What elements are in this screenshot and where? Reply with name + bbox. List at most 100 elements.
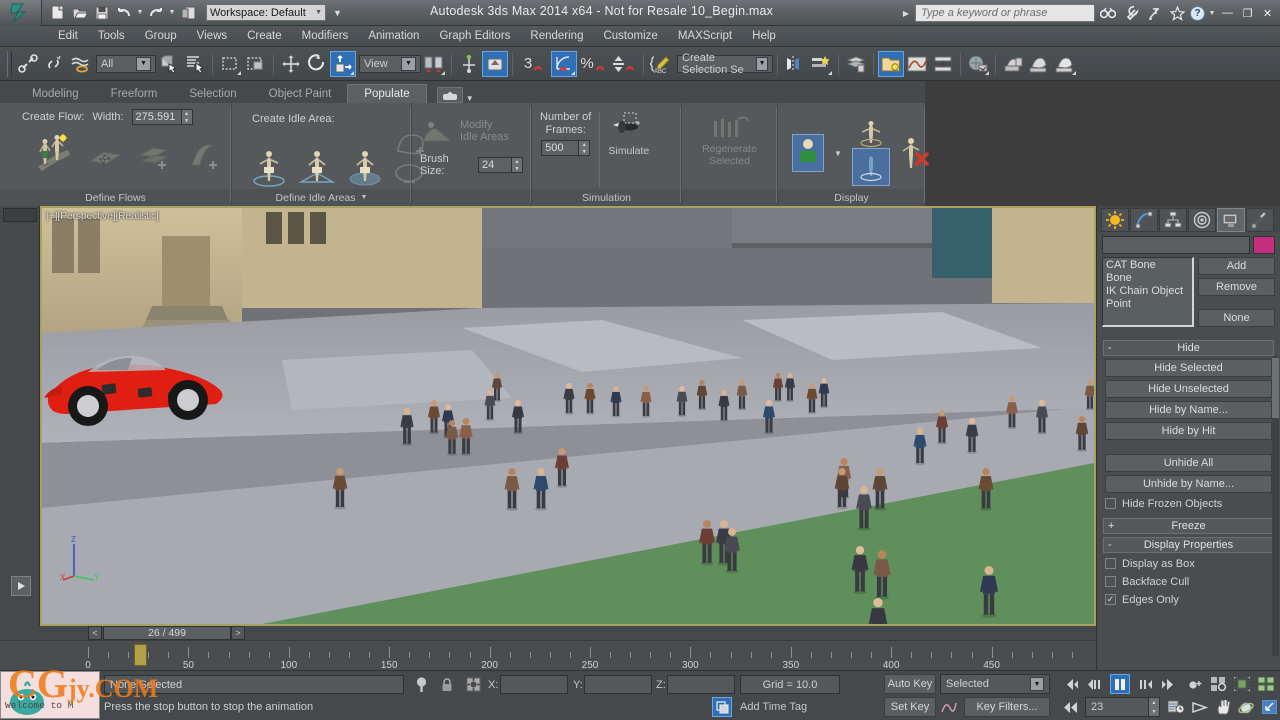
align-icon[interactable] [808, 51, 834, 77]
create-tab[interactable] [1101, 208, 1129, 232]
rollout-toggle-icon[interactable]: - [1108, 539, 1112, 551]
rollout-toggle-icon[interactable]: - [1108, 342, 1112, 354]
add-time-tag-label[interactable]: Add Time Tag [740, 701, 807, 713]
add-flow-curve-button[interactable] [188, 141, 222, 171]
select-and-manipulate-icon[interactable] [456, 51, 482, 77]
key-mode-toggle-icon[interactable] [1186, 674, 1206, 694]
workspace-menu-icon[interactable]: ▼ [333, 8, 342, 18]
time-slider-handle[interactable] [134, 644, 148, 666]
toolbar-grip[interactable] [7, 50, 12, 77]
ribbon-minimize-button[interactable] [436, 87, 463, 103]
prev-frame-button[interactable]: < [88, 626, 102, 640]
previous-frame-icon[interactable] [1085, 674, 1105, 694]
set-key-button[interactable]: Set Key [884, 697, 936, 717]
idle-area-ellipse-button[interactable] [346, 147, 384, 187]
key-filters-button[interactable]: Key Filters... [964, 697, 1050, 717]
rollout-toggle-icon[interactable]: + [1108, 520, 1114, 532]
mirror-icon[interactable] [782, 51, 808, 77]
object-name-field[interactable] [1102, 236, 1250, 254]
use-pivot-point-center-icon[interactable] [421, 51, 447, 77]
next-frame-button[interactable]: > [231, 626, 245, 640]
display-flyout-caret-icon[interactable]: ▼ [834, 149, 842, 158]
edit-named-selection-sets-icon[interactable]: ABC [648, 51, 674, 77]
hide-characters-button[interactable] [900, 136, 929, 170]
object-type-list[interactable]: CAT Bone Bone IK Chain Object Point [1102, 257, 1194, 327]
display-as-box-checkbox[interactable] [1105, 558, 1116, 569]
absolute-relative-transform-icon[interactable] [464, 675, 482, 694]
ribbon-tab-populate[interactable]: Populate [347, 84, 427, 103]
undo-icon[interactable] [114, 3, 134, 23]
hide-selected-button[interactable]: Hide Selected [1105, 359, 1272, 377]
go-to-end-icon[interactable] [1160, 674, 1180, 694]
chevron-down-icon[interactable]: ▼ [756, 56, 768, 71]
menu-views[interactable]: Views [187, 28, 237, 44]
key-mode-curve-icon[interactable] [938, 697, 960, 717]
help-icon[interactable]: ? [1190, 5, 1205, 21]
idle-area-rectangle-button[interactable] [250, 147, 288, 187]
frames-spinner[interactable]: 500 ▲ ▼ [541, 140, 591, 156]
hide-frozen-objects-checkbox[interactable] [1105, 498, 1116, 509]
unlink-selection-icon[interactable] [41, 51, 67, 77]
key-mode-dropdown[interactable]: Selected ▼ [940, 674, 1050, 694]
chevron-down-icon[interactable]: ▼ [401, 56, 416, 71]
menu-maxscript[interactable]: MAXScript [668, 28, 742, 44]
search-input[interactable]: Type a keyword or phrase [915, 4, 1095, 22]
z-coordinate-field[interactable] [667, 675, 735, 694]
chevron-down-icon[interactable]: ▼ [136, 56, 151, 71]
schematic-view-icon[interactable] [930, 51, 956, 77]
hide-by-hit-button[interactable]: Hide by Hit [1105, 422, 1272, 440]
object-color-swatch[interactable] [1253, 236, 1275, 254]
spinner-arrows[interactable]: ▲ ▼ [579, 140, 591, 156]
next-frame-icon[interactable] [1135, 674, 1155, 694]
menu-edit[interactable]: Edit [48, 28, 88, 44]
rendered-frame-window-icon[interactable] [1026, 51, 1052, 77]
ribbon-tab-modeling[interactable]: Modeling [16, 85, 95, 103]
satellite-icon[interactable] [1144, 3, 1164, 23]
rollout-header-hide[interactable]: - Hide [1103, 340, 1274, 356]
reference-coordinate-system-dropdown[interactable]: View ▼ [359, 54, 421, 73]
display-as-box-row[interactable]: Display as Box [1105, 556, 1272, 571]
select-and-scale-icon[interactable] [330, 50, 356, 77]
motion-tab[interactable] [1188, 208, 1216, 232]
lock-selection-icon[interactable] [438, 675, 456, 694]
auto-key-button[interactable]: Auto Key [884, 674, 936, 694]
ribbon-tab-freeform[interactable]: Freeform [95, 85, 174, 103]
minimize-button[interactable]: — [1219, 3, 1236, 23]
list-item[interactable]: IK Chain Object [1106, 285, 1189, 298]
play-animation-rail-button[interactable] [11, 576, 31, 596]
hide-unselected-button[interactable]: Hide Unselected [1105, 380, 1272, 398]
current-frame-display[interactable]: 26 / 499 [103, 626, 231, 640]
edges-only-checkbox[interactable]: ✓ [1105, 594, 1116, 605]
window-crossing-toggle-icon[interactable] [243, 51, 269, 77]
app-menu-button[interactable] [0, 0, 42, 26]
redo-icon[interactable] [146, 3, 166, 23]
add-flow-segment-button[interactable] [138, 141, 172, 171]
frame-spinner-arrows[interactable]: ▲ ▼ [1149, 697, 1160, 717]
undo-dropdown-icon[interactable]: ▼ [136, 9, 144, 16]
create-flow-button[interactable] [34, 131, 72, 171]
flow-width-value[interactable]: 275.591 [131, 109, 182, 125]
list-item[interactable]: Bone [1106, 272, 1189, 285]
spinner-snap-toggle-icon[interactable] [609, 51, 639, 77]
current-frame-spinner-field[interactable]: 23 [1085, 697, 1149, 717]
viewport-label[interactable]: [+][Perspective][Realistic] [46, 210, 159, 222]
rollout-header-freeze[interactable]: + Freeze [1103, 518, 1274, 534]
x-coordinate-field[interactable] [500, 675, 568, 694]
brush-size-spinner[interactable]: 24 ▲ ▼ [478, 157, 523, 173]
zoom-extents-icon[interactable] [1232, 674, 1252, 694]
angle-snap-icon[interactable] [551, 50, 577, 77]
save-icon[interactable] [92, 3, 112, 23]
ribbon-tab-object-paint[interactable]: Object Paint [253, 85, 348, 103]
remove-button[interactable]: Remove [1198, 278, 1275, 296]
time-configuration-icon[interactable] [1165, 697, 1187, 717]
command-panel-scrollbar-thumb[interactable] [1272, 358, 1279, 418]
chevron-down-icon[interactable]: ▼ [361, 194, 368, 201]
angle-snap-toggle-icon[interactable]: 3 [517, 51, 551, 77]
hide-frozen-objects-row[interactable]: Hide Frozen Objects [1105, 496, 1272, 511]
y-coordinate-field[interactable] [584, 675, 652, 694]
none-button[interactable]: None [1198, 309, 1275, 327]
chevron-down-icon[interactable]: ▼ [466, 94, 474, 103]
help-dropdown-icon[interactable]: ▼ [1208, 10, 1216, 17]
maximize-viewport-icon[interactable] [1259, 697, 1279, 717]
percent-snap-toggle-icon[interactable]: % [577, 51, 609, 77]
